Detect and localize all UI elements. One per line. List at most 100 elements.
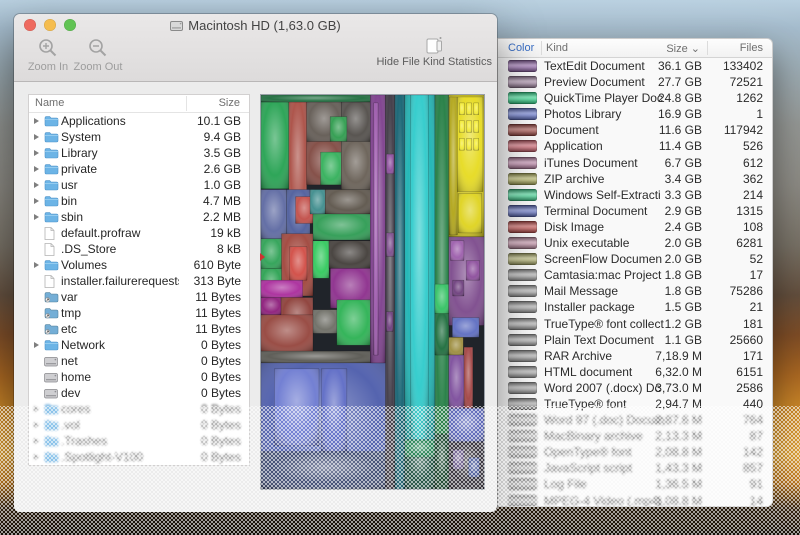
disclosure-triangle-icon[interactable] xyxy=(34,342,44,348)
stats-row[interactable]: TextEdit Document36.1 GB133402 xyxy=(498,58,772,74)
tree-row[interactable]: dev0 Bytes xyxy=(29,385,249,401)
stats-row[interactable]: Installer package1.5 GB21 xyxy=(498,299,772,315)
disclosure-triangle-icon[interactable] xyxy=(34,198,44,204)
stats-row[interactable]: Terminal Document2.9 GB1315 xyxy=(498,203,772,219)
hide-file-kind-statistics-button[interactable]: Hide File Kind Statistics xyxy=(376,36,492,68)
tree-item-name: net xyxy=(61,354,179,368)
stats-row[interactable]: Disk Image2.4 GB108 xyxy=(498,219,772,235)
tree-item-size: 8 kB xyxy=(179,242,249,256)
tree-row[interactable]: .Trashes0 Bytes xyxy=(29,433,249,449)
tree-row[interactable]: System9.4 GB xyxy=(29,129,249,145)
treemap-block-shading xyxy=(313,241,329,278)
files-cell: 526 xyxy=(743,139,763,153)
tree-row[interactable]: Applications10.1 GB xyxy=(29,113,249,129)
disclosure-triangle-icon[interactable] xyxy=(34,150,44,156)
tree-row[interactable]: .vol0 Bytes xyxy=(29,417,249,433)
disclosure-triangle-icon[interactable] xyxy=(34,182,44,188)
size-cell: 2,94.7 M xyxy=(655,397,702,411)
stats-column-kind[interactable]: Kind xyxy=(546,42,568,54)
stats-column-size[interactable]: Size ⌄ xyxy=(666,42,700,55)
stats-row[interactable]: Mail Message1.8 GB75286 xyxy=(498,283,772,299)
color-swatch xyxy=(508,221,537,233)
tree-row[interactable]: default.profraw19 kB xyxy=(29,225,249,241)
size-cell: 1.8 GB xyxy=(665,284,702,298)
disclosure-triangle-icon[interactable] xyxy=(34,406,44,412)
zoom-out-button[interactable]: Zoom Out xyxy=(72,38,124,73)
color-swatch xyxy=(508,124,537,136)
disclosure-triangle-icon[interactable] xyxy=(34,262,44,268)
stats-row[interactable]: Log File1,36.5 M91 xyxy=(498,476,772,492)
treemap-block-shading xyxy=(449,337,463,355)
stats-row[interactable]: MacBinary archive2,13.3 M87 xyxy=(498,428,772,444)
zoom-in-button[interactable]: Zoom In xyxy=(26,38,70,73)
disclosure-triangle-icon[interactable] xyxy=(34,214,44,220)
tree-row[interactable]: net0 Bytes xyxy=(29,353,249,369)
color-swatch xyxy=(508,60,537,72)
stats-row[interactable]: HTML document6,32.0 M6151 xyxy=(498,364,772,380)
stats-row[interactable]: JavaScript script1,43.3 M857 xyxy=(498,460,772,476)
stats-row[interactable]: RAR Archive7,18.9 M171 xyxy=(498,348,772,364)
tree-row[interactable]: tmp11 Bytes xyxy=(29,305,249,321)
disclosure-triangle-icon[interactable] xyxy=(34,454,44,460)
tree-column-name[interactable]: Name xyxy=(35,97,64,109)
stats-row[interactable]: QuickTime Player Doc24.8 GB1262 xyxy=(498,90,772,106)
stats-row[interactable]: iTunes Document6.7 GB612 xyxy=(498,155,772,171)
stats-row[interactable]: Preview Document27.7 GB72521 xyxy=(498,74,772,90)
tree-column-size[interactable]: Size xyxy=(219,97,240,109)
tree-row[interactable]: etc11 Bytes xyxy=(29,321,249,337)
tree-row[interactable]: .Spotlight-V1000 Bytes xyxy=(29,449,249,465)
tree-row[interactable]: private2.6 GB xyxy=(29,161,249,177)
size-cell: 3.4 GB xyxy=(665,172,702,186)
treemap-view[interactable] xyxy=(260,94,485,490)
tree-row[interactable]: var11 Bytes xyxy=(29,289,249,305)
size-cell: 1,08.8 M xyxy=(655,494,702,507)
tree-row[interactable]: installer.failurerequests313 Byte xyxy=(29,273,249,289)
folder-icon xyxy=(44,259,59,271)
stats-column-color[interactable]: Color xyxy=(508,42,534,54)
tree-row[interactable]: Volumes610 Byte xyxy=(29,257,249,273)
tree-row[interactable]: cores0 Bytes xyxy=(29,401,249,417)
files-cell: 17 xyxy=(750,268,763,282)
stats-row[interactable]: ZIP archive3.4 GB362 xyxy=(498,171,772,187)
tree-item-size: 1.0 GB xyxy=(179,178,249,192)
tree-row[interactable]: bin4.7 MB xyxy=(29,193,249,209)
stats-row[interactable]: Document11.6 GB117942 xyxy=(498,122,772,138)
size-cell: 11.6 GB xyxy=(659,123,702,137)
disclosure-triangle-icon[interactable] xyxy=(34,422,44,428)
tree-row[interactable]: sbin2.2 MB xyxy=(29,209,249,225)
tree-row[interactable]: home0 Bytes xyxy=(29,369,249,385)
disclosure-triangle-icon[interactable] xyxy=(34,438,44,444)
disclosure-triangle-icon[interactable] xyxy=(34,166,44,172)
stats-row[interactable]: TrueType® font2,94.7 M440 xyxy=(498,396,772,412)
disclosure-triangle-icon[interactable] xyxy=(34,134,44,140)
window-chrome: Macintosh HD (1,63.0 GB) Zoom In Zoom Ou… xyxy=(14,14,497,82)
tree-row[interactable]: usr1.0 GB xyxy=(29,177,249,193)
stats-column-files[interactable]: Files xyxy=(740,42,763,54)
folder-icon xyxy=(44,419,59,431)
treemap-block-shading xyxy=(321,369,347,452)
tree-row[interactable]: Library3.5 GB xyxy=(29,145,249,161)
stats-row[interactable]: Application11.4 GB526 xyxy=(498,138,772,154)
folder-alias-icon xyxy=(44,291,59,303)
disclosure-triangle-icon[interactable] xyxy=(34,118,44,124)
stats-row[interactable]: MPEG-4 Video (.mp4)1,08.8 M14 xyxy=(498,493,772,507)
tree-item-size: 9.4 GB xyxy=(179,130,249,144)
tree-row[interactable]: Network0 Bytes xyxy=(29,337,249,353)
stats-row[interactable]: OpenType® font2,08.8 M142 xyxy=(498,444,772,460)
stats-row[interactable]: Unix executable2.0 GB6281 xyxy=(498,235,772,251)
stats-row[interactable]: ScreenFlow Documen2.0 GB52 xyxy=(498,251,772,267)
color-swatch xyxy=(508,350,537,362)
treemap-block-shading xyxy=(474,121,479,133)
stats-row[interactable]: Plain Text Document1.1 GB25660 xyxy=(498,332,772,348)
stats-row[interactable]: Camtasia:mac Project1.8 GB17 xyxy=(498,267,772,283)
size-cell: 2,13.3 M xyxy=(655,429,702,443)
treemap-block-shading xyxy=(468,457,479,477)
treemap-block-shading xyxy=(290,247,307,280)
stats-row[interactable]: Windows Self-Extracti3.3 GB214 xyxy=(498,187,772,203)
stats-row[interactable]: Word 2007 (.docx) Dc3,73.0 M2586 xyxy=(498,380,772,396)
tree-row[interactable]: .DS_Store8 kB xyxy=(29,241,249,257)
stats-row[interactable]: Word 97 (.doc) Docum2,87.6 M764 xyxy=(498,412,772,428)
zoom-out-label: Zoom Out xyxy=(74,61,123,73)
stats-row[interactable]: TrueType® font collect1.2 GB181 xyxy=(498,316,772,332)
stats-row[interactable]: Photos Library16.9 GB1 xyxy=(498,106,772,122)
